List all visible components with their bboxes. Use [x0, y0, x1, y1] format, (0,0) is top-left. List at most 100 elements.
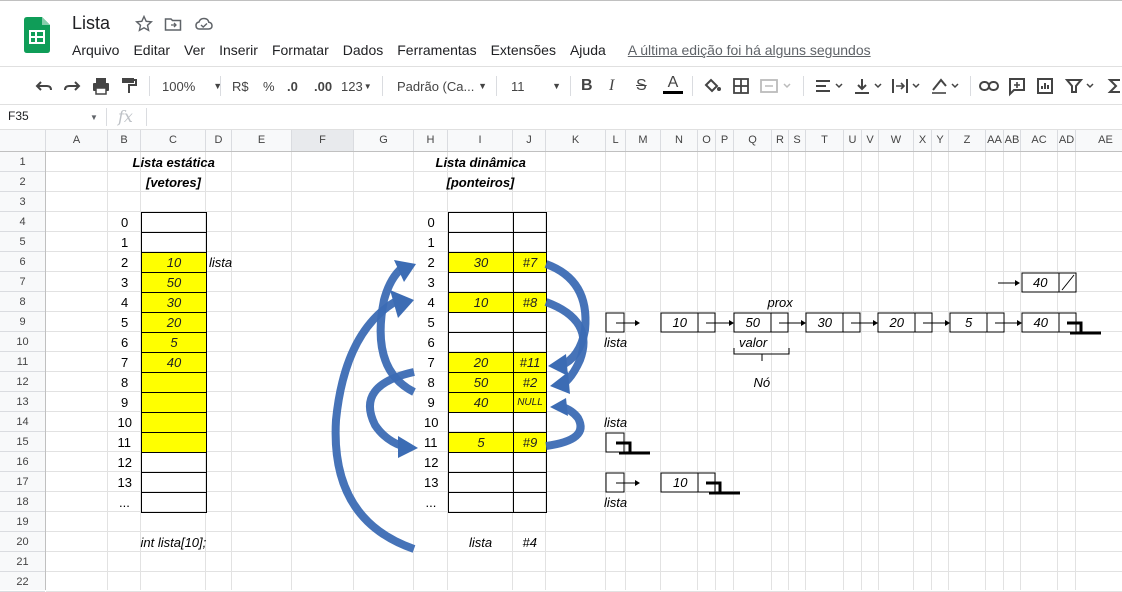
column-header-Y[interactable]: Y — [932, 130, 949, 151]
menu-inserir[interactable]: Inserir — [219, 42, 258, 62]
font-size-select[interactable]: 11 ▼ — [511, 75, 561, 97]
currency-button[interactable]: R$ — [232, 75, 249, 97]
column-header-X[interactable]: X — [914, 130, 932, 151]
row-header-12[interactable]: 12 — [0, 372, 45, 392]
row-header-4[interactable]: 4 — [0, 212, 45, 232]
column-header-B[interactable]: B — [108, 130, 141, 151]
font-select[interactable]: Padrão (Ca... ▼ — [397, 75, 487, 97]
column-header-AA[interactable]: AA — [986, 130, 1004, 151]
column-header-AD[interactable]: AD — [1058, 130, 1076, 151]
column-header-H[interactable]: H — [414, 130, 448, 151]
column-header-E[interactable]: E — [232, 130, 292, 151]
insert-link-icon[interactable] — [978, 75, 1000, 97]
bold-button[interactable]: B — [581, 75, 593, 97]
column-header-A[interactable]: A — [46, 130, 108, 151]
star-icon[interactable] — [135, 15, 153, 33]
row-header-22[interactable]: 22 — [0, 572, 45, 592]
decrease-decimal-button[interactable]: .0 — [287, 75, 298, 97]
text-rotation-icon[interactable] — [929, 75, 963, 97]
menu-extensoes[interactable]: Extensões — [491, 42, 556, 62]
italic-button[interactable]: I — [609, 75, 614, 97]
move-folder-icon[interactable] — [164, 15, 182, 33]
row-header-1[interactable]: 1 — [0, 152, 45, 172]
row-header-8[interactable]: 8 — [0, 292, 45, 312]
column-header-U[interactable]: U — [844, 130, 862, 151]
column-header-T[interactable]: T — [806, 130, 844, 151]
zoom-select[interactable]: 100% ▼ — [162, 75, 222, 97]
row-header-16[interactable]: 16 — [0, 452, 45, 472]
column-header-C[interactable]: C — [141, 130, 206, 151]
insert-comment-icon[interactable] — [1007, 75, 1027, 97]
column-header-V[interactable]: V — [862, 130, 879, 151]
sheets-logo-icon[interactable] — [24, 17, 50, 53]
row-header-11[interactable]: 11 — [0, 352, 45, 372]
column-header-AE[interactable]: AE — [1076, 130, 1122, 151]
sheet-grid[interactable] — [46, 152, 1122, 592]
last-edit-link[interactable]: A última edição foi há alguns segundos — [628, 42, 871, 62]
column-header-M[interactable]: M — [626, 130, 661, 151]
strikethrough-button[interactable]: S — [636, 75, 647, 97]
column-header-Q[interactable]: Q — [734, 130, 772, 151]
paint-format-icon[interactable] — [119, 75, 139, 97]
row-header-3[interactable]: 3 — [0, 192, 45, 212]
document-title[interactable]: Lista — [72, 13, 110, 34]
chevron-down-icon[interactable]: ▼ — [90, 113, 98, 122]
percent-button[interactable]: % — [263, 75, 275, 97]
insert-chart-icon[interactable] — [1035, 75, 1055, 97]
row-header-13[interactable]: 13 — [0, 392, 45, 412]
select-all-corner[interactable] — [0, 130, 46, 151]
text-wrap-icon[interactable] — [890, 75, 924, 97]
formula-input[interactable] — [150, 107, 1110, 127]
merge-cells-icon[interactable] — [759, 75, 793, 97]
row-header-14[interactable]: 14 — [0, 412, 45, 432]
menu-formatar[interactable]: Formatar — [272, 42, 329, 62]
functions-icon[interactable] — [1106, 75, 1122, 97]
column-header-F[interactable]: F — [292, 130, 354, 151]
column-header-P[interactable]: P — [716, 130, 734, 151]
column-header-L[interactable]: L — [606, 130, 626, 151]
row-header-20[interactable]: 20 — [0, 532, 45, 552]
text-color-button[interactable]: A — [662, 75, 684, 97]
borders-icon[interactable] — [731, 75, 751, 97]
column-header-W[interactable]: W — [879, 130, 914, 151]
row-header-6[interactable]: 6 — [0, 252, 45, 272]
more-formats-button[interactable]: 123 ▼ — [341, 75, 372, 97]
column-header-N[interactable]: N — [661, 130, 698, 151]
filter-icon[interactable] — [1064, 75, 1098, 97]
name-box[interactable]: F35 — [8, 109, 29, 123]
column-header-D[interactable]: D — [206, 130, 232, 151]
menu-arquivo[interactable]: Arquivo — [72, 42, 119, 62]
menu-dados[interactable]: Dados — [343, 42, 383, 62]
menu-ajuda[interactable]: Ajuda — [570, 42, 606, 62]
row-header-2[interactable]: 2 — [0, 172, 45, 192]
column-header-S[interactable]: S — [789, 130, 806, 151]
cloud-status-icon[interactable] — [195, 15, 213, 33]
column-header-G[interactable]: G — [354, 130, 414, 151]
redo-icon[interactable] — [62, 75, 82, 97]
horizontal-align-icon[interactable] — [813, 75, 847, 97]
column-header-AB[interactable]: AB — [1004, 130, 1021, 151]
column-header-K[interactable]: K — [546, 130, 606, 151]
row-header-15[interactable]: 15 — [0, 432, 45, 452]
row-header-10[interactable]: 10 — [0, 332, 45, 352]
row-header-5[interactable]: 5 — [0, 232, 45, 252]
row-header-21[interactable]: 21 — [0, 552, 45, 572]
increase-decimal-button[interactable]: .00 — [314, 75, 332, 97]
fill-color-icon[interactable] — [702, 75, 722, 97]
menu-ver[interactable]: Ver — [184, 42, 205, 62]
menu-ferramentas[interactable]: Ferramentas — [397, 42, 476, 62]
column-header-Z[interactable]: Z — [949, 130, 986, 151]
row-header-17[interactable]: 17 — [0, 472, 45, 492]
row-header-9[interactable]: 9 — [0, 312, 45, 332]
column-header-O[interactable]: O — [698, 130, 716, 151]
row-header-7[interactable]: 7 — [0, 272, 45, 292]
column-header-R[interactable]: R — [772, 130, 789, 151]
column-header-J[interactable]: J — [513, 130, 546, 151]
vertical-align-icon[interactable] — [852, 75, 886, 97]
undo-icon[interactable] — [34, 75, 54, 97]
row-header-18[interactable]: 18 — [0, 492, 45, 512]
menu-editar[interactable]: Editar — [133, 42, 170, 62]
column-header-I[interactable]: I — [448, 130, 513, 151]
print-icon[interactable] — [91, 75, 111, 97]
column-header-AC[interactable]: AC — [1021, 130, 1058, 151]
